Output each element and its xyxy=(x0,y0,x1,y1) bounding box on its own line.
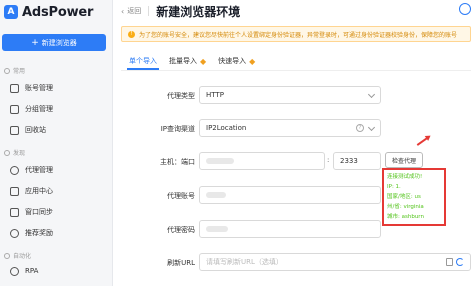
sidebar-item-proxy[interactable]: 代理管理 xyxy=(10,163,53,177)
new-browser-label: 新建浏览器 xyxy=(41,38,77,47)
section-label: 自动化 xyxy=(13,253,32,260)
sidebar-item-label: 账号管理 xyxy=(25,84,53,92)
tab-batch-import[interactable]: 批量导入 ◆ xyxy=(163,52,212,70)
ip-channel-label: IP查询渠道 xyxy=(160,125,195,133)
result-status: 连接测试成功! xyxy=(387,174,423,180)
trash-icon xyxy=(10,125,19,135)
sidebar-item-label: 窗口同步 xyxy=(25,208,53,216)
ip-channel-value: IP2Location xyxy=(206,124,247,132)
proxy-type-value: HTTP xyxy=(206,91,224,99)
sparkle-icon: ◆ xyxy=(249,56,256,66)
sidebar-item-label: 应用中心 xyxy=(25,187,53,195)
sidebar-item-label: 分组管理 xyxy=(25,105,53,113)
new-browser-button[interactable]: + 新建浏览器 xyxy=(2,34,106,51)
proxy-type-label: 代理类型 xyxy=(167,92,195,100)
help-circle-icon[interactable] xyxy=(459,3,471,15)
refresh-icon[interactable] xyxy=(456,258,464,266)
sidebar-item-apps[interactable]: 应用中心 xyxy=(10,184,53,198)
plus-icon: + xyxy=(31,37,39,48)
tab-label: 单个导入 xyxy=(129,57,157,65)
section-label: 发现 xyxy=(13,150,26,157)
port-input[interactable]: 2333 xyxy=(333,152,381,170)
brand-name: AdsPower xyxy=(22,4,94,20)
sidebar-item-groups[interactable]: 分组管理 xyxy=(10,102,53,116)
proxy-password-label: 代理密码 xyxy=(167,226,195,234)
main-content: ‹ 返回 新建浏览器环境 ! 为了您的账号安全，建议您尽快前往个人设置绑定身份验… xyxy=(113,0,474,286)
copy-icon[interactable] xyxy=(446,258,453,266)
back-label: 返回 xyxy=(127,7,142,15)
back-button[interactable]: ‹ 返回 xyxy=(121,6,141,16)
discover-section-icon xyxy=(4,149,10,156)
host-input[interactable] xyxy=(199,152,325,170)
proxy-check-result: 连接测试成功! IP: 1. 国家/地区: us 州/省: virginia 城… xyxy=(382,168,446,226)
sidebar-item-label: 推荐奖励 xyxy=(25,229,53,237)
tab-single-import[interactable]: 单个导入 xyxy=(123,52,163,70)
question-icon[interactable]: ? xyxy=(356,124,364,132)
result-country: 国家/地区: us xyxy=(387,194,421,200)
result-state: 州/省: virginia xyxy=(387,204,424,210)
port-value: 2333 xyxy=(340,157,358,165)
notice-text: 为了您的账号安全，建议您尽快前往个人设置绑定身份验证器，异常登录时，可通过身份验… xyxy=(139,31,458,39)
proxy-icon xyxy=(10,165,19,175)
common-section-icon xyxy=(4,67,10,74)
tabs-divider xyxy=(121,70,471,71)
proxy-account-label: 代理账号 xyxy=(167,192,195,200)
top-bar: ‹ 返回 新建浏览器环境 xyxy=(113,0,474,22)
result-ip: IP: 1. xyxy=(387,184,401,190)
redacted-password xyxy=(206,226,228,232)
sidebar: A AdsPower + 新建浏览器 常用 账号管理 分组管理 回收站 发现 代… xyxy=(0,0,113,286)
sidebar-item-label: 回收站 xyxy=(25,126,46,134)
refresh-url-label: 刷新URL xyxy=(167,259,195,267)
ip-channel-select[interactable]: IP2Location ? xyxy=(199,119,381,137)
automation-section-icon xyxy=(4,252,10,259)
sidebar-item-label: RPA xyxy=(25,267,39,275)
colon-separator: : xyxy=(327,156,330,164)
section-label: 常用 xyxy=(13,68,26,75)
proxy-type-select[interactable]: HTTP xyxy=(199,86,381,104)
chevron-left-icon: ‹ xyxy=(121,6,125,16)
brand[interactable]: A AdsPower xyxy=(4,2,93,22)
check-proxy-label: 检查代理 xyxy=(391,157,416,165)
section-common: 常用 xyxy=(4,66,25,75)
proxy-account-input[interactable] xyxy=(199,186,381,204)
refresh-url-input[interactable]: 请填写刷新URL（选填） xyxy=(199,253,471,271)
account-icon xyxy=(10,83,19,93)
import-tabs: 单个导入 批量导入 ◆ 快速导入 ◆ xyxy=(123,52,261,70)
group-icon xyxy=(10,104,19,114)
rpa-icon xyxy=(10,266,19,276)
section-automation: 自动化 xyxy=(4,251,31,260)
proxy-password-input[interactable] xyxy=(199,220,381,238)
sidebar-item-trash[interactable]: 回收站 xyxy=(10,123,46,137)
sparkle-icon: ◆ xyxy=(200,56,207,66)
check-proxy-button[interactable]: 检查代理 xyxy=(385,152,423,168)
chevron-down-icon xyxy=(367,90,376,99)
warning-icon: ! xyxy=(128,30,135,38)
redacted-host xyxy=(206,158,234,164)
result-city: 城市: ashburn xyxy=(387,214,424,220)
adspower-logo-icon: A xyxy=(4,5,18,19)
window-sync-icon xyxy=(10,207,19,217)
sidebar-item-accounts[interactable]: 账号管理 xyxy=(10,81,53,95)
sidebar-item-sync[interactable]: 窗口同步 xyxy=(10,205,53,219)
host-port-label: 主机：端口 xyxy=(160,158,195,166)
header-divider xyxy=(148,6,150,16)
apps-icon xyxy=(10,186,19,196)
page-title: 新建浏览器环境 xyxy=(156,4,241,19)
redacted-account xyxy=(206,192,226,198)
sidebar-item-rpa[interactable]: RPA xyxy=(10,264,38,278)
chevron-down-icon xyxy=(367,123,376,132)
tab-quick-import[interactable]: 快速导入 ◆ xyxy=(212,52,261,70)
tab-label: 批量导入 xyxy=(169,57,197,65)
tab-label: 快速导入 xyxy=(218,57,247,65)
sidebar-item-referral[interactable]: 推荐奖励 xyxy=(10,226,53,240)
sidebar-item-label: 代理管理 xyxy=(25,166,53,174)
security-notice: ! 为了您的账号安全，建议您尽快前往个人设置绑定身份验证器，异常登录时，可通过身… xyxy=(121,26,471,42)
referral-icon xyxy=(10,228,19,238)
section-discover: 发现 xyxy=(4,148,25,157)
refresh-url-placeholder: 请填写刷新URL（选填） xyxy=(206,258,283,266)
